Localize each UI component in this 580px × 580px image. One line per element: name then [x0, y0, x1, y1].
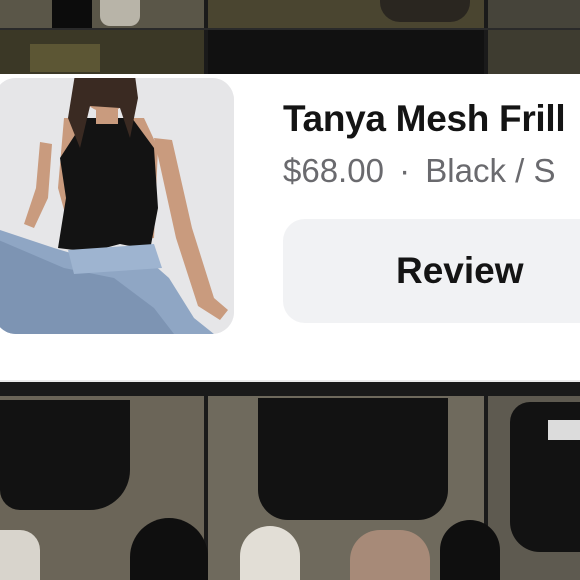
- grid-photo-content: [30, 44, 100, 72]
- grid-photo-content: [440, 520, 500, 580]
- review-button-label: Review: [396, 250, 524, 291]
- grid-photo-content: [350, 530, 430, 580]
- grid-photo-content: [548, 420, 580, 440]
- grid-photo-content: [0, 530, 40, 580]
- grid-photo-content: [380, 0, 470, 22]
- grid-photo[interactable]: [208, 30, 484, 74]
- grid-photo-content: [240, 526, 300, 580]
- product-image[interactable]: [0, 78, 234, 334]
- product-meta: $68.00 · Black / S: [283, 152, 556, 190]
- grid-photo-content: [100, 0, 140, 26]
- meta-separator: ·: [399, 152, 411, 189]
- grid-photo[interactable]: [488, 0, 580, 28]
- product-title: Tanya Mesh Frill: [283, 98, 566, 139]
- grid-photo[interactable]: [488, 30, 580, 74]
- product-card: Tanya Mesh Frill $68.00 · Black / S Revi…: [0, 74, 580, 382]
- grid-photo-content: [52, 0, 92, 28]
- product-variant: Black / S: [425, 152, 556, 189]
- review-button[interactable]: Review: [283, 219, 580, 323]
- grid-photo-content: [0, 400, 130, 510]
- product-price: $68.00: [283, 152, 384, 189]
- grid-photo-content: [258, 398, 448, 520]
- product-photo-icon: [0, 78, 234, 334]
